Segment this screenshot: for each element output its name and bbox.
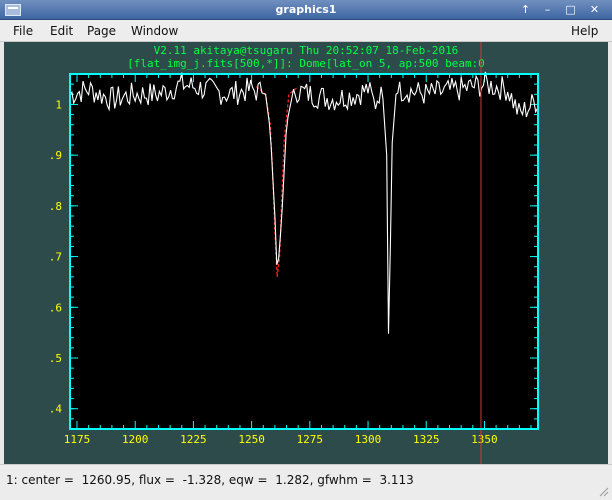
- menu-bar: File Edit Page Window Help: [0, 20, 612, 42]
- y-tick-label: .9: [49, 149, 62, 162]
- menu-edit[interactable]: Edit: [50, 24, 73, 38]
- plot-header-line2: [flat_img_j.fits[500,*]]: Dome[lat_on 5,…: [127, 57, 485, 70]
- x-tick-label: 1200: [122, 433, 149, 446]
- status-bar: 1: center = 1260.95, flux = -1.328, eqw …: [0, 464, 612, 500]
- y-tick-label: .6: [49, 301, 62, 314]
- x-tick-label: 1275: [297, 433, 324, 446]
- graphics-window: graphics1 ↑ – □ ✕ File Edit Page Window …: [0, 0, 612, 500]
- y-tick-label: .4: [49, 403, 63, 416]
- plot-header-line1: V2.11 akitaya@tsugaru Thu 20:52:07 18-Fe…: [154, 44, 459, 57]
- resize-grip-icon[interactable]: [597, 485, 609, 497]
- y-tick-label: .8: [49, 200, 62, 213]
- maximize-button[interactable]: □: [563, 3, 578, 17]
- title-bar[interactable]: graphics1 ↑ – □ ✕: [0, 0, 612, 20]
- x-tick-label: 1300: [355, 433, 382, 446]
- graphics-canvas[interactable]: V2.11 akitaya@tsugaru Thu 20:52:07 18-Fe…: [4, 42, 608, 464]
- y-tick-label: 1: [55, 98, 62, 111]
- close-button[interactable]: ✕: [587, 3, 602, 17]
- menu-file[interactable]: File: [13, 24, 33, 38]
- x-tick-label: 1225: [180, 433, 207, 446]
- menu-window[interactable]: Window: [131, 24, 178, 38]
- spectrum-plot[interactable]: V2.11 akitaya@tsugaru Thu 20:52:07 18-Fe…: [4, 42, 608, 464]
- minimize-button[interactable]: –: [540, 3, 555, 17]
- y-tick-label: .7: [49, 251, 62, 264]
- x-tick-label: 1175: [64, 433, 91, 446]
- x-tick-label: 1250: [238, 433, 265, 446]
- x-tick-label: 1350: [471, 433, 498, 446]
- x-tick-label: 1325: [413, 433, 440, 446]
- status-text: 1: center = 1260.95, flux = -1.328, eqw …: [6, 473, 414, 487]
- y-tick-label: .5: [49, 352, 62, 365]
- pin-icon[interactable]: ↑: [518, 3, 533, 17]
- menu-help[interactable]: Help: [571, 24, 598, 38]
- plot-area: [70, 74, 538, 429]
- menu-page[interactable]: Page: [87, 24, 116, 38]
